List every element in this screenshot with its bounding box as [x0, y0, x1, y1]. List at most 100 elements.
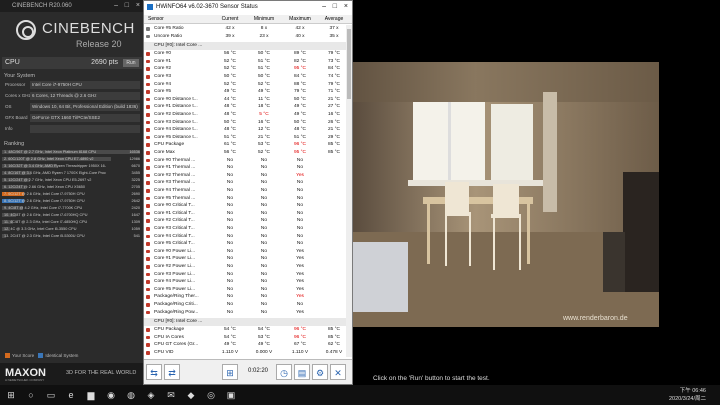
hwinfo-task-icon[interactable]: ▣: [224, 388, 238, 402]
sensor-name: Core #1 Distance t...: [154, 104, 198, 110]
ranking-row[interactable]: 4. 8C/16T @ 3.4 GHz, AMD Ryzen 7 1700X E…: [2, 170, 142, 176]
sensor-row[interactable]: Core #0 Power Li... No No Yes: [144, 248, 346, 256]
mail-icon[interactable]: ✉: [164, 388, 178, 402]
sensor-row[interactable]: Core #4 Thermal ... No No No: [144, 187, 346, 195]
network-icon[interactable]: ⊞: [222, 364, 238, 380]
col-average[interactable]: Average: [318, 15, 350, 24]
ranking-row[interactable]: 13. 2C/4T @ 2.3 GHz, Intel Core i5-5300U…: [2, 233, 142, 239]
app-icon[interactable]: ◆: [184, 388, 198, 402]
sensor-row[interactable]: Core #0 Critical T... No No No: [144, 202, 346, 210]
arrows-nav2-icon[interactable]: ⇄: [164, 364, 180, 380]
report-icon[interactable]: ▤: [294, 364, 310, 380]
col-current[interactable]: Current: [214, 15, 246, 24]
taskbar-clock[interactable]: 下午 06:46 2020/3/24/周二: [669, 387, 706, 403]
sensor-minimum: No: [260, 226, 268, 231]
sensor-scrollbar[interactable]: [346, 25, 352, 357]
explorer-icon[interactable]: ▆: [84, 388, 98, 402]
sensor-row[interactable]: Core #3 Critical T... No No No: [144, 225, 346, 233]
store-icon[interactable]: ◈: [144, 388, 158, 402]
sensor-current: 56 °C: [223, 150, 237, 155]
sensor-row[interactable]: CPU Package 54 °C 54 °C 96 °C 85 °C: [144, 326, 346, 334]
sensor-row[interactable]: Core #2 52 °C 51 °C 95 °C 84 °C: [144, 65, 346, 73]
sensor-row[interactable]: Core #5 Ratio 42 x8 x 42 x 37 x: [144, 25, 346, 33]
ranking-row[interactable]: 9. 4C/8T @ 4.2 GHz, Intel Core i7-7700K …: [2, 205, 142, 211]
search-icon[interactable]: ○: [24, 388, 38, 402]
sensor-row[interactable]: Core #2 Power Li... No No Yes: [144, 263, 346, 271]
sensor-row[interactable]: Core #3 50 °C 50 °C 84 °C 74 °C: [144, 73, 346, 81]
sensor-row[interactable]: Core #1 Distance t... 48 °C 18 °C 49 °C 27 °…: [144, 103, 346, 111]
ranking-row[interactable]: 7. 6C/12T @ 2.6 GHz, Intel Core i7-9750H…: [2, 191, 142, 197]
sensor-row[interactable]: Core #2 Distance t... 48 °C 5 °C 49 °C 16 °C: [144, 111, 346, 119]
chrome-icon[interactable]: ◉: [104, 388, 118, 402]
close-icon[interactable]: ×: [136, 0, 140, 12]
sensor-row[interactable]: Core #5 Distance t... 51 °C 21 °C 51 °C 29 °…: [144, 134, 346, 142]
ranking-row[interactable]: 2. 60C/120T @ 2.8 GHz, Intel Xeon CPU E7…: [2, 156, 142, 162]
sensor-row[interactable]: CPU VID 1.110 V 0.000 V 1.110 V 0.478 V: [144, 349, 346, 357]
sensor-row[interactable]: Core #2 Thermal ... No No Yes: [144, 172, 346, 180]
ranking-row[interactable]: 12. 4C @ 3.3 GHz, Intel Core i5-3550 CPU…: [2, 226, 142, 232]
sensor-row[interactable]: Core #1 52 °C 51 °C 82 °C 73 °C: [144, 58, 346, 66]
minimize-icon[interactable]: –: [114, 0, 118, 12]
sensor-current: 39 x: [225, 33, 235, 39]
sensor-row[interactable]: CPU GT Cores (Gr... 49 °C 49 °C 67 °C 62 °C: [144, 341, 346, 349]
sensor-group-header[interactable]: CPU [#0]: Intel Core ...: [144, 318, 346, 327]
sensor-row[interactable]: Core #0 Distance t... 44 °C 11 °C 50 °C 21 °…: [144, 96, 346, 104]
sensor-row[interactable]: Core #3 Distance t... 50 °C 16 °C 50 °C 26 °…: [144, 119, 346, 127]
ranking-label: 2. 60C/120T @ 2.8 GHz, Intel Xeon CPU E7…: [4, 157, 94, 161]
sensor-row[interactable]: Core #3 Thermal ... No No No: [144, 179, 346, 187]
col-maximum[interactable]: Maximum: [284, 15, 316, 24]
cinebench-task-icon[interactable]: ◎: [204, 388, 218, 402]
sensor-row[interactable]: Core #5 Thermal ... No No No: [144, 195, 346, 203]
scroll-thumb[interactable]: [347, 29, 351, 99]
sensor-row[interactable]: Core #3 Power Li... No No Yes: [144, 271, 346, 279]
sensor-name: Core #4 Power Li...: [154, 279, 196, 285]
sensor-row[interactable]: CPU Package 61 °C 53 °C 96 °C 85 °C: [144, 141, 346, 149]
arrows-nav-icon[interactable]: ⇆: [146, 364, 162, 380]
sensor-group-header[interactable]: CPU [#0]: Intel Core ...: [144, 42, 346, 51]
ranking-score: 16536: [129, 150, 140, 154]
sensor-row[interactable]: Core #2 Critical T... No No No: [144, 217, 346, 225]
ranking-row[interactable]: 3. 16C/32T @ 3.4 GHz, AMD Ryzen Threadri…: [2, 163, 142, 169]
sensor-row[interactable]: Core #1 Critical T... No No No: [144, 210, 346, 218]
taskview-icon[interactable]: ▭: [44, 388, 58, 402]
maximize-icon[interactable]: □: [125, 0, 129, 12]
sensor-row[interactable]: Core #4 52 °C 52 °C 88 °C 79 °C: [144, 81, 346, 89]
tagline: 3D FOR THE REAL WORLD: [66, 370, 137, 376]
sensor-row[interactable]: Core #4 Critical T... No No No: [144, 233, 346, 241]
ranking-row[interactable]: 10. 4C/8T @ 2.6 GHz, Intel Core i7-6700H…: [2, 212, 142, 218]
firefox-icon[interactable]: ◍: [124, 388, 138, 402]
sensor-row[interactable]: Core #4 Power Li... No No Yes: [144, 278, 346, 286]
sensor-row[interactable]: CPU IA Cores 54 °C 53 °C 96 °C 85 °C: [144, 334, 346, 342]
maximize-icon[interactable]: □: [333, 1, 337, 13]
sensor-row[interactable]: Core #1 Thermal ... No No No: [144, 164, 346, 172]
sensor-name: Core #4 Distance t...: [154, 127, 198, 133]
col-sensor[interactable]: Sensor: [148, 15, 164, 24]
sensor-row[interactable]: Core #5 Power Li... No No Yes: [144, 286, 346, 294]
sensor-row[interactable]: Core #0 56 °C 50 °C 89 °C 79 °C: [144, 50, 346, 58]
sensor-row[interactable]: Core #5 Critical T... No No No: [144, 240, 346, 248]
run-button[interactable]: Run: [123, 59, 139, 67]
edge-icon[interactable]: e: [64, 388, 78, 402]
start-icon[interactable]: ⊞: [4, 388, 18, 402]
ranking-row[interactable]: 6. 12C/24T @ 2.66 GHz, Intel Xeon CPU X5…: [2, 184, 142, 190]
sensor-row[interactable]: Core #5 49 °C 49 °C 79 °C 71 °C: [144, 88, 346, 96]
sensor-row[interactable]: Package/Ring Pow... No No Yes: [144, 309, 346, 317]
minimize-icon[interactable]: –: [322, 1, 326, 13]
clock-icon[interactable]: ◷: [276, 364, 292, 380]
col-minimum[interactable]: Minimum: [248, 15, 280, 24]
ranking-row[interactable]: 1. 48C/96T @ 2.7 GHz, Intel Xeon Platinu…: [2, 149, 142, 155]
sensor-current: No: [226, 264, 234, 269]
sensor-row[interactable]: Package/Ring Criti... No No No: [144, 301, 346, 309]
ranking-row[interactable]: 11. 4C/8T @ 2.3 GHz, Intel Core i7-4850H…: [2, 219, 142, 225]
settings-icon[interactable]: ⚙: [312, 364, 328, 380]
sensor-row[interactable]: Core #0 Thermal ... No No No: [144, 157, 346, 165]
close-icon[interactable]: ×: [344, 1, 348, 13]
sensor-row[interactable]: Core Max 56 °C 52 °C 95 °C 85 °C: [144, 149, 346, 157]
ranking-row[interactable]: 8. 6C/12T @ 2.6 GHz, Intel Core i7-9750H…: [2, 198, 142, 204]
sensor-row[interactable]: Core #4 Distance t... 48 °C 12 °C 48 °C 21 °…: [144, 126, 346, 134]
sensor-row[interactable]: Core #1 Power Li... No No Yes: [144, 255, 346, 263]
close-sensors-icon[interactable]: ✕: [330, 364, 346, 380]
sensor-row[interactable]: Package/Ring Ther... No No Yes: [144, 293, 346, 301]
ranking-row[interactable]: 5. 12C/24T @ 2.7 GHz, Intel Xeon CPU E5-…: [2, 177, 142, 183]
sensor-row[interactable]: Uncore Ratio 39 x 23 x 40 x 35 x: [144, 33, 346, 41]
